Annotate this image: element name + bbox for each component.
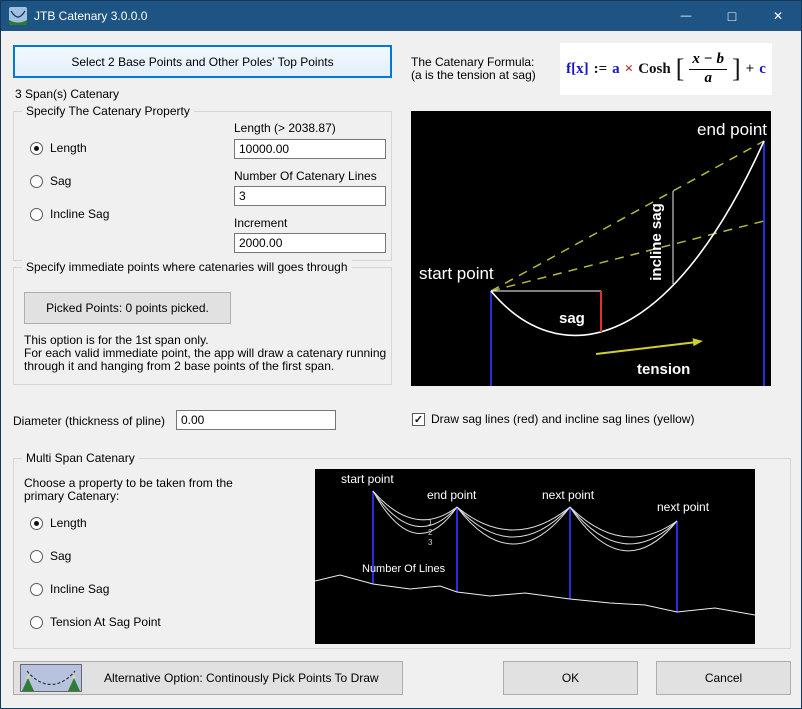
- radio-icon[interactable]: [30, 549, 43, 563]
- select-base-points-button[interactable]: Select 2 Base Points and Other Poles' To…: [13, 45, 392, 78]
- catenary-diagram-svg: end point start point sag incline sag te…: [411, 111, 771, 386]
- window-title: JTB Catenary 3.0.0.0: [34, 9, 148, 23]
- diameter-input[interactable]: [176, 410, 336, 430]
- sag-label: sag: [559, 310, 585, 327]
- alternative-pick-button[interactable]: Alternative Option: Continously Pick Poi…: [13, 661, 403, 695]
- radio-icon[interactable]: [30, 141, 43, 155]
- close-button[interactable]: ✕: [755, 1, 801, 31]
- radio-label: Length: [50, 516, 87, 530]
- app-icon: [9, 7, 27, 25]
- multi-span-caption-line1: Choose a property to be taken from the: [24, 476, 233, 490]
- next-point-label: next point: [542, 488, 595, 502]
- formula-bracket-open: [: [675, 54, 685, 83]
- catenary-formula: f[x] := a × Cosh [ x − b a ] + c: [560, 43, 772, 95]
- checkbox-label: Draw sag lines (red) and incline sag lin…: [431, 412, 695, 426]
- lines-count-label: Number Of Catenary Lines: [234, 169, 377, 183]
- formula-lhs: f[x]: [566, 60, 589, 77]
- radio-icon[interactable]: [30, 516, 43, 530]
- multi-span-diagram-svg: start point end point next point next po…: [314, 469, 756, 644]
- line-number: 3: [428, 538, 433, 547]
- radio-length[interactable]: Length: [30, 141, 87, 155]
- multi-span-caption-line2: primary Catenary:: [24, 489, 120, 503]
- picked-points-button[interactable]: Picked Points: 0 points picked.: [24, 292, 231, 324]
- line-number: 2: [428, 528, 433, 537]
- start-point-label: start point: [419, 264, 494, 283]
- lines-count-input[interactable]: [234, 186, 386, 206]
- formula-denominator: a: [704, 69, 712, 86]
- immediate-points-group: Specify immediate points where catenarie…: [13, 260, 392, 385]
- multi-radio-sag[interactable]: Sag: [30, 549, 71, 563]
- draw-sag-lines-checkbox[interactable]: ✓ Draw sag lines (red) and incline sag l…: [412, 412, 694, 426]
- radio-label: Length: [50, 141, 87, 155]
- alternative-pick-label: Alternative Option: Continously Pick Poi…: [104, 671, 379, 685]
- checkbox-box[interactable]: ✓: [412, 412, 425, 426]
- multi-span-group: Multi Span Catenary Choose a property to…: [13, 451, 791, 649]
- dialog-window: JTB Catenary 3.0.0.0 — □ ✕ Select 2 Base…: [0, 0, 802, 709]
- increment-label: Increment: [234, 216, 288, 230]
- start-point-label: start point: [341, 472, 394, 486]
- titlebar: JTB Catenary 3.0.0.0 — □ ✕: [1, 1, 801, 31]
- radio-icon[interactable]: [30, 174, 43, 188]
- catenary-property-group: Specify The Catenary Property Length Sag…: [13, 104, 392, 261]
- formula-caption-line1: The Catenary Formula:: [411, 55, 535, 69]
- line-number: 1: [428, 518, 433, 527]
- formula-fraction: x − b a: [689, 51, 727, 87]
- radio-incline-sag[interactable]: Incline Sag: [30, 207, 109, 221]
- formula-cosh: Cosh: [638, 60, 671, 77]
- catenary-diagram: end point start point sag incline sag te…: [411, 111, 771, 386]
- radio-label: Sag: [50, 549, 72, 563]
- formula-numerator: x − b: [689, 51, 727, 70]
- formula-plus: +: [745, 60, 755, 77]
- formula-bracket-close: ]: [731, 54, 741, 83]
- minimize-button[interactable]: —: [663, 1, 709, 31]
- multi-radio-length[interactable]: Length: [30, 516, 87, 530]
- window-controls: — □ ✕: [663, 1, 801, 31]
- cancel-button[interactable]: Cancel: [656, 661, 791, 695]
- immediate-points-note: This option is for the 1st span only. Fo…: [24, 334, 386, 373]
- span-count-label: 3 Span(s) Catenary: [15, 87, 120, 101]
- radio-label: Incline Sag: [50, 582, 110, 596]
- formula-a: a: [612, 60, 620, 77]
- length-field-label: Length (> 2038.87): [234, 121, 336, 135]
- multi-radio-incline-sag[interactable]: Incline Sag: [30, 582, 109, 596]
- multi-radio-tension[interactable]: Tension At Sag Point: [30, 615, 161, 629]
- radio-icon[interactable]: [30, 207, 43, 221]
- note-line: through it and hanging from 2 base point…: [24, 359, 335, 373]
- group-title: Specify The Catenary Property: [22, 104, 194, 118]
- tension-label: tension: [637, 361, 690, 378]
- end-point-label: end point: [697, 120, 767, 139]
- radio-icon[interactable]: [30, 582, 43, 596]
- increment-input[interactable]: [234, 233, 386, 253]
- group-title: Multi Span Catenary: [22, 451, 139, 465]
- maximize-button[interactable]: □: [709, 1, 755, 31]
- group-title: Specify immediate points where catenarie…: [22, 260, 352, 274]
- radio-label: Tension At Sag Point: [50, 615, 161, 629]
- formula-assign: :=: [593, 60, 608, 77]
- radio-label: Sag: [50, 174, 72, 188]
- check-icon: ✓: [413, 413, 424, 426]
- formula-times: ×: [624, 60, 634, 77]
- end-point-label: end point: [427, 488, 477, 502]
- ok-button[interactable]: OK: [503, 661, 638, 695]
- multi-span-diagram: start point end point next point next po…: [314, 469, 756, 644]
- catenary-thumbnail-icon: [20, 664, 82, 692]
- incline-sag-label: incline sag: [648, 203, 665, 281]
- next-point-label: next point: [657, 500, 710, 514]
- radio-icon[interactable]: [30, 615, 43, 629]
- client-area: Select 2 Base Points and Other Poles' To…: [1, 31, 801, 708]
- formula-c: c: [759, 60, 766, 77]
- formula-caption-line2: (a is the tension at sag): [411, 68, 536, 82]
- length-input[interactable]: [234, 139, 386, 159]
- radio-sag[interactable]: Sag: [30, 174, 71, 188]
- diameter-label: Diameter (thickness of pline): [13, 414, 166, 428]
- number-of-lines-label: Number Of Lines: [362, 563, 446, 575]
- radio-label: Incline Sag: [50, 207, 110, 221]
